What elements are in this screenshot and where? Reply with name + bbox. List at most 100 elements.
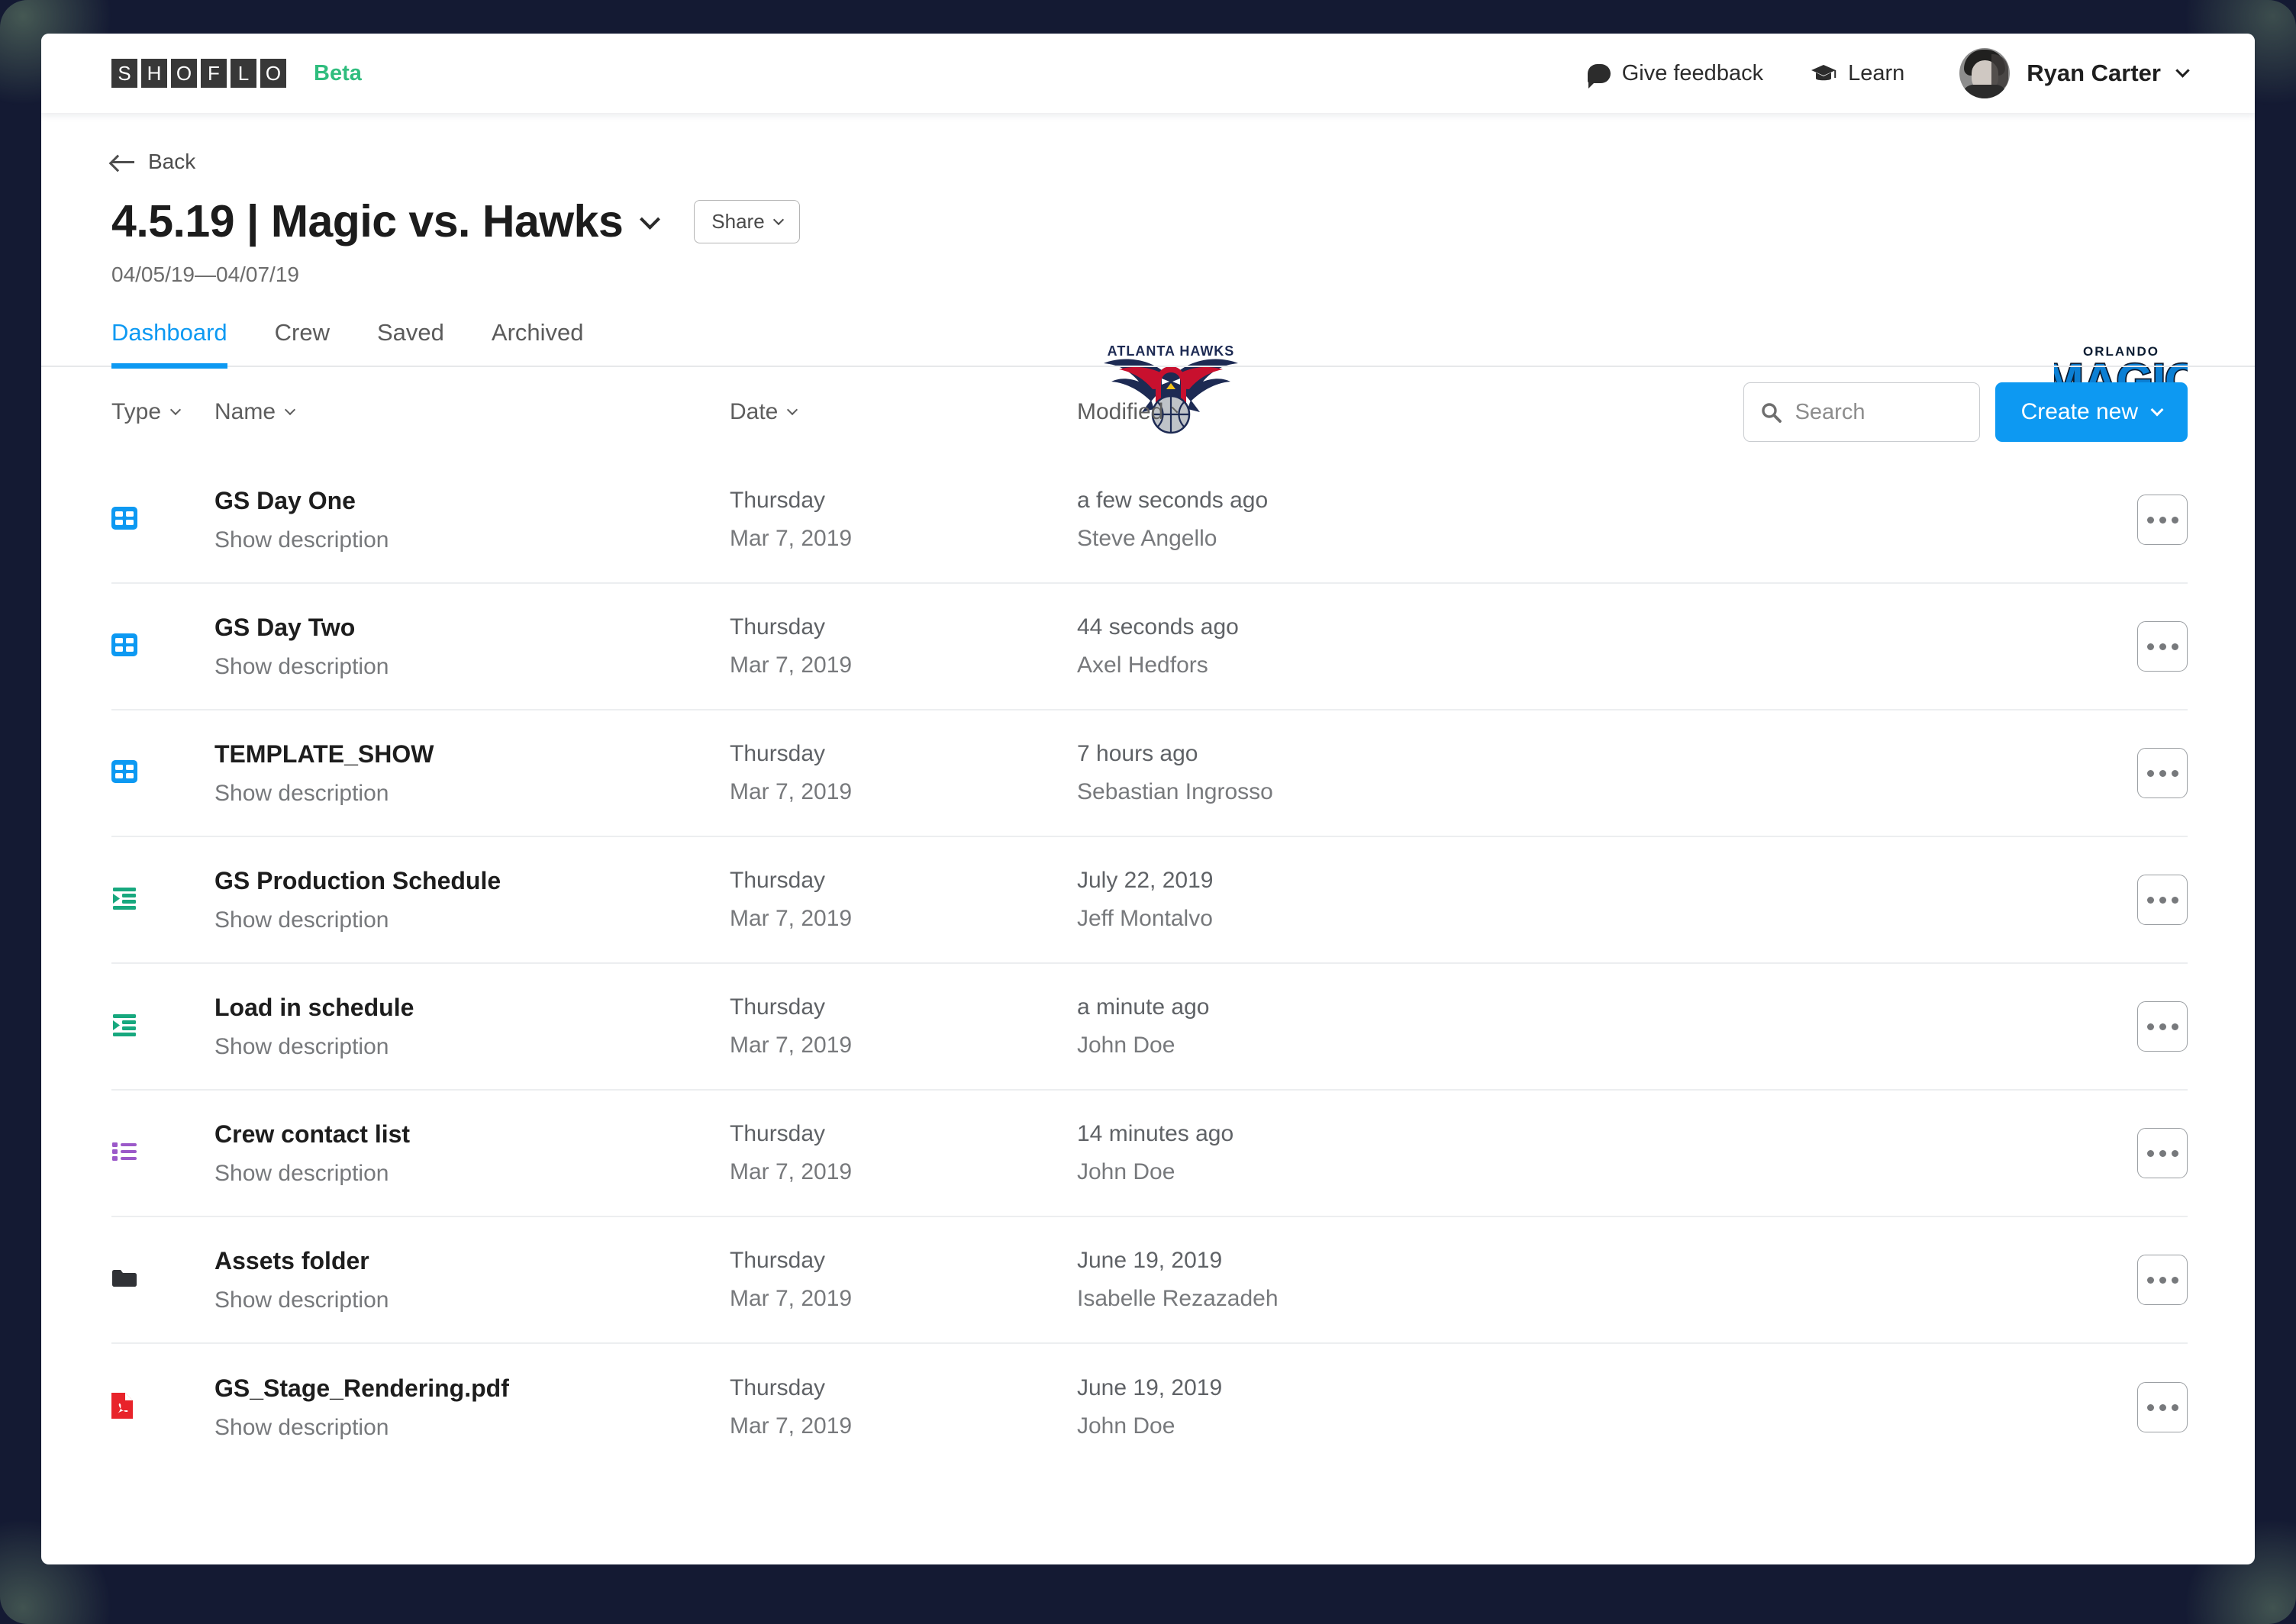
row-description[interactable]: Show description [214,1161,730,1187]
row-modified-cell: a minute ago John Doe [1077,994,2096,1058]
row-name: TEMPLATE_SHOW [214,740,434,768]
row-date-day: Thursday [730,994,826,1020]
table-row[interactable]: GS Day Two Show description Thursday Mar… [111,584,2188,710]
row-menu-button[interactable] [2137,1001,2188,1052]
column-header-type[interactable]: Type [111,399,214,425]
give-feedback-button[interactable]: Give feedback [1587,61,1763,89]
row-date-full: Mar 7, 2019 [730,1286,853,1311]
row-type-cell [111,1142,214,1165]
user-menu[interactable]: Ryan Carter [1959,48,2190,98]
row-name: GS Day Two [214,613,356,641]
row-description[interactable]: Show description [214,1415,730,1441]
row-date-cell: Thursday Mar 7, 2019 [730,1121,1077,1185]
back-button[interactable]: Back [111,150,195,174]
row-type-cell [111,759,214,787]
row-date-full: Mar 7, 2019 [730,526,853,551]
create-new-button[interactable]: Create new [1994,382,2188,442]
column-header-modified-label: Modified [1077,399,1164,424]
table-row[interactable]: Crew contact list Show description Thurs… [111,1091,2188,1217]
row-menu-button[interactable] [2137,495,2188,545]
logo-letter: F [201,59,227,88]
table-row[interactable]: GS Production Schedule Show description … [111,837,2188,964]
row-modified-when: a minute ago [1077,994,1210,1020]
search-placeholder: Search [1795,399,1866,424]
row-type-cell [111,506,214,533]
row-description[interactable]: Show description [214,907,730,933]
row-modified-cell: 7 hours ago Sebastian Ingrosso [1077,741,2096,805]
row-modified-by: John Doe [1077,1033,1175,1058]
table-row[interactable]: GS_Stage_Rendering.pdf Show description … [111,1344,2188,1471]
row-menu-button[interactable] [2137,748,2188,798]
row-modified-by: Jeff Montalvo [1077,906,1213,931]
row-name-cell: GS Day Two Show description [214,614,730,680]
row-modified-when: July 22, 2019 [1077,868,1214,893]
row-actions-cell [2096,1382,2188,1432]
row-modified-by: Steve Angello [1077,526,1217,551]
row-date-day: Thursday [730,1121,826,1146]
chat-bubble-icon [1587,63,1611,89]
row-date-day: Thursday [730,488,826,513]
table-row[interactable]: TEMPLATE_SHOW Show description Thursday … [111,710,2188,837]
row-name-cell: GS Day One Show description [214,487,730,553]
folder-icon [111,1268,137,1292]
table-row[interactable]: Load in schedule Show description Thursd… [111,964,2188,1091]
row-type-cell [111,1268,214,1292]
logo-letter: O [260,59,286,88]
table-row[interactable]: GS Day One Show description Thursday Mar… [111,457,2188,584]
table-row[interactable]: Assets folder Show description Thursday … [111,1217,2188,1344]
row-description[interactable]: Show description [214,1287,730,1313]
title-row: 4.5.19 | Magic vs. Hawks Share [111,195,2188,247]
chevron-down-icon [787,404,798,416]
row-description[interactable]: Show description [214,1034,730,1060]
share-label: Share [711,209,765,233]
column-header-modified[interactable]: Modified [1077,399,1179,425]
row-actions-cell [2096,1001,2188,1052]
tab-archived[interactable]: Archived [492,319,584,369]
row-menu-button[interactable] [2137,1128,2188,1178]
tab-saved[interactable]: Saved [377,319,444,369]
date-range-label: 04/05/19—04/07/19 [111,263,299,286]
row-name: GS Production Schedule [214,866,501,894]
search-input[interactable]: Search [1743,382,1980,442]
row-modified-by: Sebastian Ingrosso [1077,779,1273,804]
row-date-cell: Thursday Mar 7, 2019 [730,994,1077,1058]
row-modified-cell: 44 seconds ago Axel Hedfors [1077,614,2096,678]
column-header-name[interactable]: Name [214,399,730,425]
chevron-down-icon [284,404,296,416]
chevron-down-icon [1172,406,1179,414]
tab-crew[interactable]: Crew [275,319,330,369]
share-button[interactable]: Share [694,199,800,243]
column-header-date[interactable]: Date [730,399,1077,425]
column-header-date-label: Date [730,399,779,424]
row-date-full: Mar 7, 2019 [730,1159,853,1184]
shoflo-logo[interactable]: S H O F L O [111,59,286,88]
row-description[interactable]: Show description [214,781,730,807]
row-actions-cell [2096,1128,2188,1178]
row-description[interactable]: Show description [214,527,730,553]
tab-bar: Dashboard Crew Saved Archived [41,319,2255,369]
show-grid-icon [111,506,137,533]
row-menu-button[interactable] [2137,621,2188,672]
row-name: GS_Stage_Rendering.pdf [214,1374,509,1402]
row-description[interactable]: Show description [214,654,730,680]
row-modified-when: 44 seconds ago [1077,614,1239,640]
learn-button[interactable]: Learn [1811,61,1904,86]
logo-letter: S [111,59,137,88]
row-date-day: Thursday [730,614,826,640]
row-modified-cell: 14 minutes ago John Doe [1077,1121,2096,1185]
row-type-cell [111,1392,214,1423]
column-header-name-label: Name [214,399,276,424]
row-actions-cell [2096,748,2188,798]
row-date-day: Thursday [730,1375,826,1400]
row-menu-button[interactable] [2137,1255,2188,1305]
row-menu-button[interactable] [2137,875,2188,925]
tab-dashboard[interactable]: Dashboard [111,319,227,369]
row-modified-cell: June 19, 2019 Isabelle Rezazadeh [1077,1248,2096,1312]
row-modified-when: June 19, 2019 [1077,1375,1223,1400]
row-modified-cell: a few seconds ago Steve Angello [1077,488,2096,552]
row-modified-cell: June 19, 2019 John Doe [1077,1375,2096,1439]
row-modified-by: John Doe [1077,1159,1175,1184]
chevron-down-icon[interactable] [640,208,661,230]
pdf-file-icon [111,1392,133,1423]
row-menu-button[interactable] [2137,1382,2188,1432]
